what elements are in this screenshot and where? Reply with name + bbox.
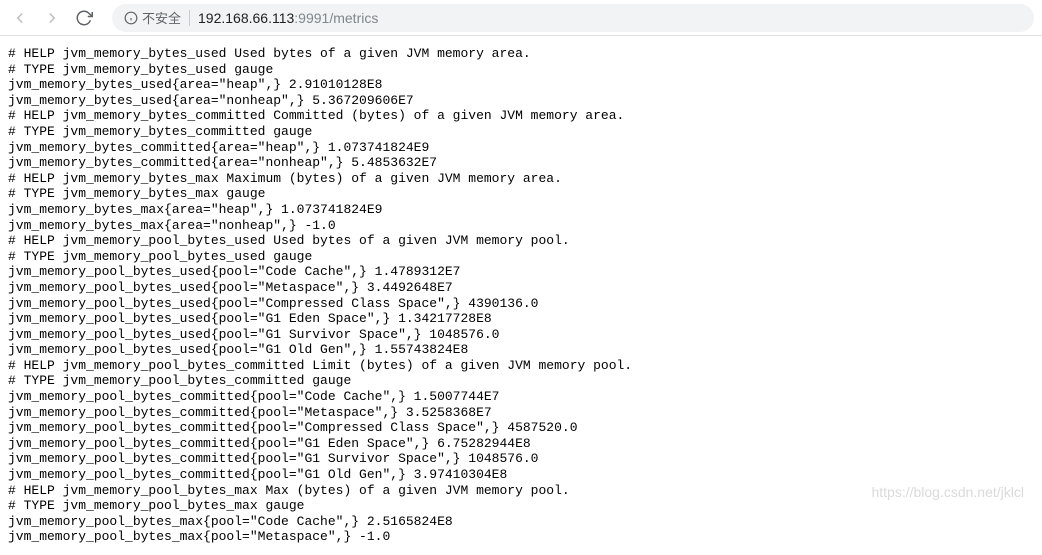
arrow-right-icon xyxy=(43,9,61,27)
security-indicator[interactable]: 不安全 xyxy=(124,8,181,27)
divider xyxy=(189,10,190,26)
url-path: /metrics xyxy=(329,10,378,26)
url-port: :9991 xyxy=(294,10,329,26)
reload-icon xyxy=(75,9,93,27)
security-label: 不安全 xyxy=(142,8,181,27)
url-display: 192.168.66.113:9991/metrics xyxy=(198,10,378,26)
metrics-content: # HELP jvm_memory_bytes_used Used bytes … xyxy=(0,36,1042,555)
browser-toolbar: 不安全 192.168.66.113:9991/metrics xyxy=(0,0,1042,36)
reload-button[interactable] xyxy=(72,6,96,30)
back-button[interactable] xyxy=(8,6,32,30)
url-host: 192.168.66.113 xyxy=(198,10,294,26)
watermark: https://blog.csdn.net/jklcl xyxy=(871,484,1024,500)
arrow-left-icon xyxy=(11,9,29,27)
info-icon xyxy=(124,11,138,25)
address-bar[interactable]: 不安全 192.168.66.113:9991/metrics xyxy=(112,4,1034,32)
forward-button[interactable] xyxy=(40,6,64,30)
